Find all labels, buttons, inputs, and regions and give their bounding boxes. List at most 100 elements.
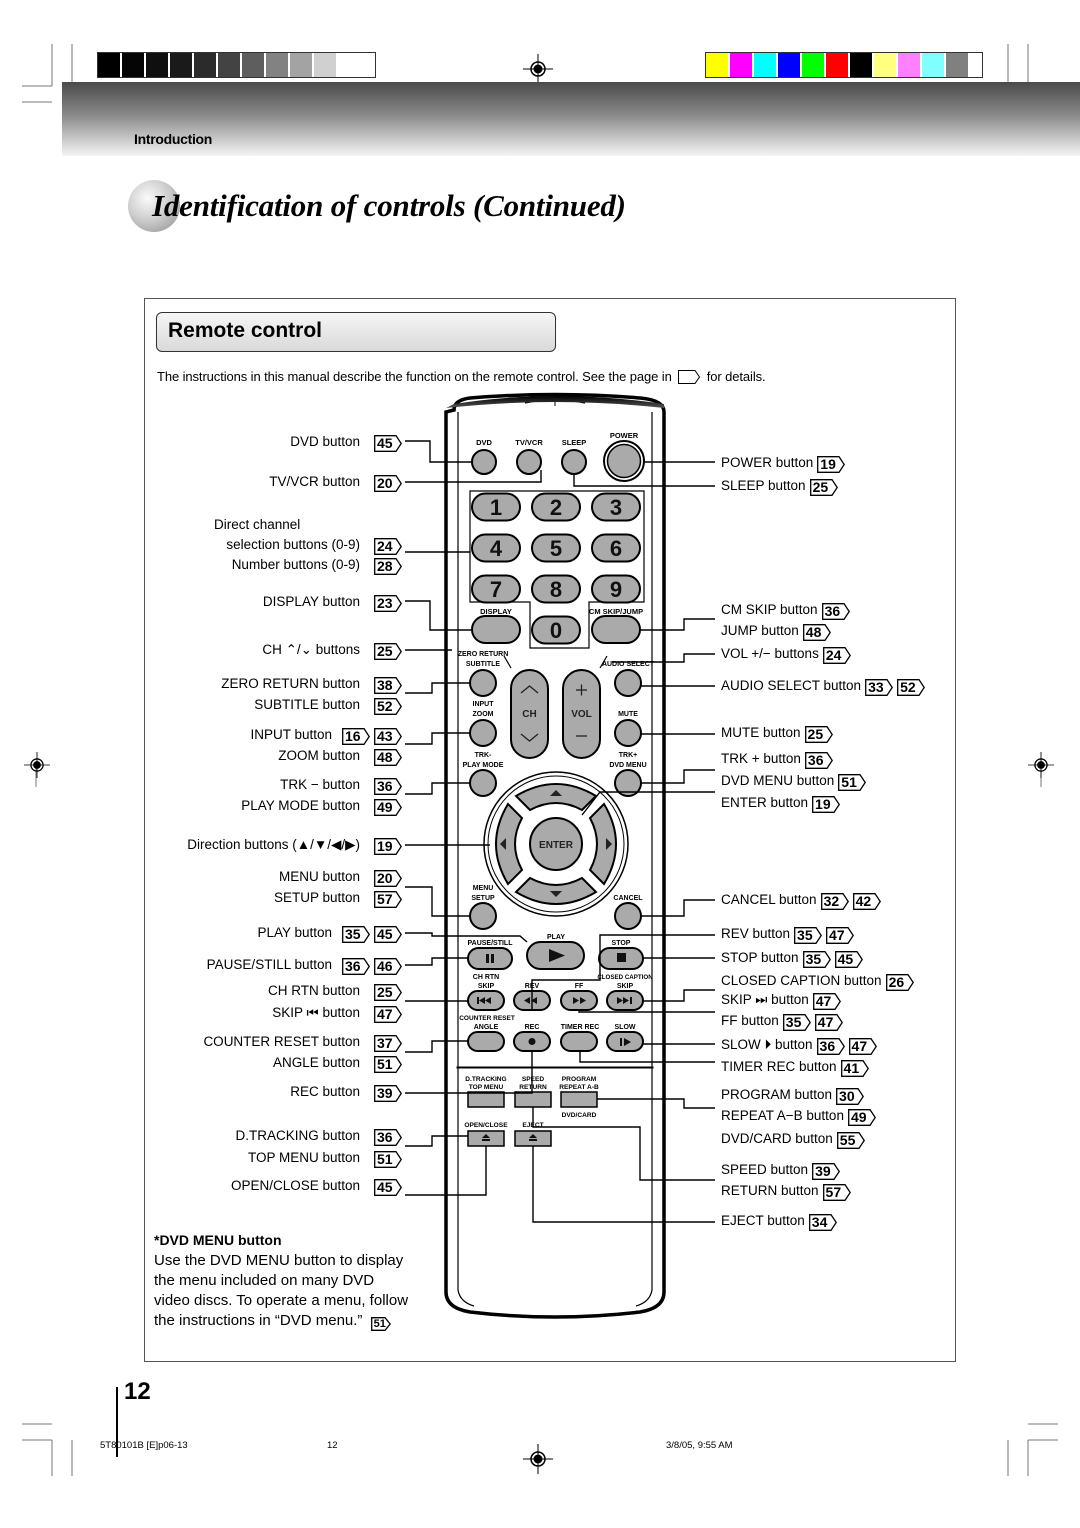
dvdcard-key-label: DVD/CARD (562, 1112, 597, 1119)
page-ref-47[interactable]: 47 (374, 1006, 402, 1023)
callout-label: PROGRAM button (721, 1087, 833, 1102)
page-ref-47[interactable]: 47 (812, 993, 841, 1010)
page-ref-51[interactable]: 51 (370, 1317, 391, 1331)
subtitle-key (469, 669, 497, 697)
callout-left: PLAY MODE button 49 (241, 798, 402, 816)
page-ref-48[interactable]: 48 (802, 624, 831, 641)
cc-key-label: CLOSED CAPTION (597, 974, 653, 981)
callout-label: PLAY MODE button (241, 798, 360, 813)
page-ref-38[interactable]: 38 (374, 677, 402, 694)
page-ref-33[interactable]: 33 (865, 679, 894, 696)
page-ref-35[interactable]: 35 (802, 951, 831, 968)
callout-label: ANGLE button (272, 1055, 360, 1070)
page-ref-47[interactable]: 47 (826, 927, 855, 944)
callout-label: REC button (290, 1084, 360, 1099)
page-ref-57[interactable]: 57 (822, 1184, 851, 1201)
page-ref-45[interactable]: 45 (834, 951, 863, 968)
page-ref-49[interactable]: 49 (848, 1109, 876, 1126)
trkm-key-label: TRK- (475, 752, 492, 759)
page-ref-35[interactable]: 35 (342, 926, 370, 943)
page-ref-55[interactable]: 55 (836, 1132, 865, 1149)
digit-key-label: 4 (490, 536, 503, 561)
callout-left: PLAY button 35 45 (257, 925, 402, 943)
enter-key-label: ENTER (539, 840, 574, 851)
page-ref-36[interactable]: 36 (816, 1038, 845, 1055)
page-ref-57[interactable]: 57 (374, 891, 402, 908)
callout-label: CH RTN button (267, 983, 360, 998)
page-ref-42[interactable]: 42 (852, 893, 881, 910)
page-ref-28[interactable]: 28 (374, 558, 402, 575)
page-ref-32[interactable]: 32 (820, 893, 849, 910)
page-ref-51[interactable]: 51 (374, 1151, 402, 1168)
page-ref-39[interactable]: 39 (374, 1085, 402, 1102)
page-ref-45[interactable]: 45 (374, 435, 402, 452)
page-ref-20[interactable]: 20 (374, 870, 402, 887)
callout-label: REPEAT A−B button (721, 1108, 844, 1123)
page-ref-20[interactable]: 20 (374, 475, 402, 492)
page-ref-16[interactable]: 16 (342, 728, 370, 745)
dvd-key (471, 449, 497, 475)
digit-key-label: 0 (550, 618, 562, 643)
page-ref-34[interactable]: 34 (808, 1214, 837, 1231)
page-ref-24[interactable]: 24 (374, 538, 402, 555)
callout-left: Direct channel (214, 517, 300, 533)
page-ref-25[interactable]: 25 (809, 479, 838, 496)
callout-label: PLAY button (257, 925, 332, 940)
page-ref-43[interactable]: 43 (374, 728, 402, 745)
callout-left: ZOOM button 48 (278, 748, 402, 766)
page-ref-52[interactable]: 52 (897, 679, 926, 696)
page-ref-36[interactable]: 36 (374, 1129, 402, 1146)
callout-right: TRK + button 36 (721, 751, 833, 769)
page-ref-35[interactable]: 35 (794, 927, 823, 944)
page-ref-35[interactable]: 35 (782, 1014, 811, 1031)
page-ref-19[interactable]: 19 (812, 796, 841, 813)
callout-right: SLOW ⏵ button 36 47 (721, 1037, 877, 1055)
ch-key-label: CH (522, 709, 536, 720)
page-ref-47[interactable]: 47 (814, 1014, 843, 1031)
callout-left: selection buttons (0-9) 24 (226, 537, 402, 555)
play-key-label: PLAY (547, 934, 565, 941)
callout-label: TOP MENU button (247, 1150, 360, 1165)
callout-left: INPUT button 16 43 (250, 727, 402, 745)
page-ref-25[interactable]: 25 (804, 726, 833, 743)
callout-right: CM SKIP button 36 (721, 602, 850, 620)
page-ref-36[interactable]: 36 (374, 778, 402, 795)
display-key-label: DISPLAY (480, 607, 512, 616)
page-ref-25[interactable]: 25 (374, 984, 402, 1001)
page-ref-39[interactable]: 39 (812, 1163, 841, 1180)
page-ref-48[interactable]: 48 (374, 749, 402, 766)
page-ref-45[interactable]: 45 (374, 926, 402, 943)
footer-timestamp: 3/8/05, 9:55 AM (666, 1440, 733, 1451)
page-ref-30[interactable]: 30 (836, 1088, 865, 1105)
callout-right: FF button 35 47 (721, 1013, 843, 1031)
trkp-key-label: TRK+ (619, 752, 637, 759)
callout-label: AUDIO SELECT button (721, 678, 862, 693)
page-ref-37[interactable]: 37 (374, 1035, 402, 1052)
page-ref-45[interactable]: 45 (374, 1179, 402, 1196)
page-ref-46[interactable]: 46 (374, 958, 402, 975)
page-ref-41[interactable]: 41 (840, 1060, 869, 1077)
page-ref-52[interactable]: 52 (374, 698, 402, 715)
digit-key-label: 1 (490, 495, 502, 520)
page-ref-23[interactable]: 23 (374, 595, 402, 612)
page-ref-36[interactable]: 36 (342, 958, 370, 975)
callout-label: SLEEP button (721, 478, 806, 493)
callout-left: Number buttons (0-9) 28 (232, 557, 402, 575)
callout-left: REC button 39 (290, 1084, 402, 1102)
callout-right: CANCEL button 32 42 (721, 892, 881, 910)
page-ref-19[interactable]: 19 (817, 456, 846, 473)
callout-left: MENU button 20 (279, 869, 402, 887)
menu-key-label: MENU (473, 885, 494, 892)
page-ref-24[interactable]: 24 (822, 647, 851, 664)
page-ref-49[interactable]: 49 (374, 799, 402, 816)
page-ref-36[interactable]: 36 (804, 752, 833, 769)
page-ref-36[interactable]: 36 (821, 603, 850, 620)
page-ref-25[interactable]: 25 (374, 643, 402, 660)
page-ref-47[interactable]: 47 (848, 1038, 877, 1055)
page-ref-26[interactable]: 26 (885, 974, 914, 991)
page-ref-51[interactable]: 51 (374, 1056, 402, 1073)
page-ref-19[interactable]: 19 (374, 838, 402, 855)
timer-rec-key (560, 1031, 598, 1052)
callout-label: D.TRACKING button (235, 1128, 360, 1143)
page-ref-51[interactable]: 51 (838, 774, 867, 791)
